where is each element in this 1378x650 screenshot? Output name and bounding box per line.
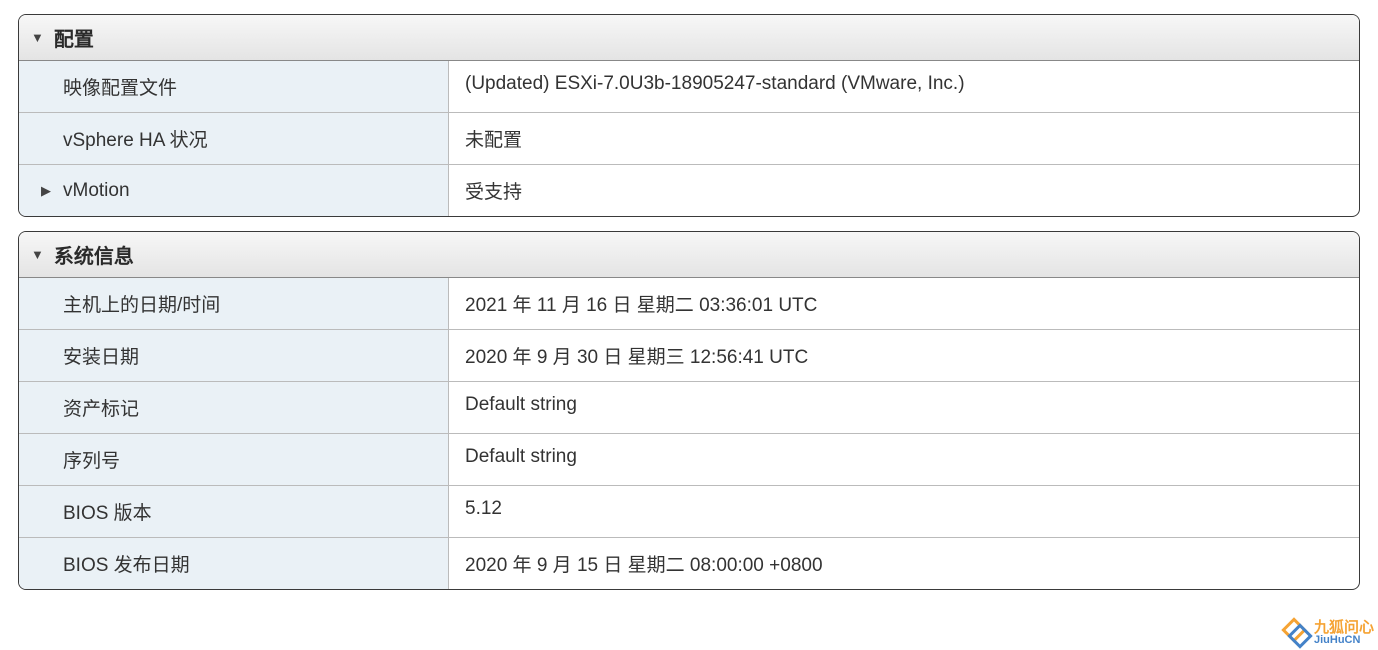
row-value: 2021 年 11 月 16 日 星期二 03:36:01 UTC	[449, 278, 1359, 329]
config-panel-body: 映像配置文件 (Updated) ESXi-7.0U3b-18905247-st…	[19, 61, 1359, 216]
table-row: 映像配置文件 (Updated) ESXi-7.0U3b-18905247-st…	[19, 61, 1359, 112]
table-row: BIOS 发布日期 2020 年 9 月 15 日 星期二 08:00:00 +…	[19, 537, 1359, 589]
row-value: Default string	[449, 434, 1359, 485]
config-panel-title: 配置	[54, 23, 94, 52]
table-row: 序列号 Default string	[19, 433, 1359, 485]
table-row: BIOS 版本 5.12	[19, 485, 1359, 537]
row-label[interactable]: ▶ vMotion	[19, 165, 449, 216]
sysinfo-panel-title: 系统信息	[54, 240, 134, 269]
table-row: 主机上的日期/时间 2021 年 11 月 16 日 星期二 03:36:01 …	[19, 278, 1359, 329]
watermark-top: 九狐问心	[1314, 620, 1374, 635]
watermark-bottom: JiuHuCN	[1314, 635, 1374, 646]
caret-down-icon: ▼	[31, 247, 44, 262]
table-row: vSphere HA 状况 未配置	[19, 112, 1359, 164]
row-value: (Updated) ESXi-7.0U3b-18905247-standard …	[449, 61, 1359, 112]
sysinfo-panel-body: 主机上的日期/时间 2021 年 11 月 16 日 星期二 03:36:01 …	[19, 278, 1359, 589]
row-value: 5.12	[449, 486, 1359, 537]
row-value: 未配置	[449, 113, 1359, 164]
table-row: 资产标记 Default string	[19, 381, 1359, 433]
row-label: vSphere HA 状况	[19, 113, 449, 164]
caret-down-icon: ▼	[31, 30, 44, 45]
fox-logo-icon	[1284, 620, 1310, 646]
config-panel-header[interactable]: ▼ 配置	[19, 15, 1359, 61]
sysinfo-panel-header[interactable]: ▼ 系统信息	[19, 232, 1359, 278]
row-label: 映像配置文件	[19, 61, 449, 112]
row-value: 2020 年 9 月 15 日 星期二 08:00:00 +0800	[449, 538, 1359, 589]
jiuhucn-watermark: 九狐问心 JiuHuCN	[1284, 620, 1374, 646]
table-row: 安装日期 2020 年 9 月 30 日 星期三 12:56:41 UTC	[19, 329, 1359, 381]
row-label: BIOS 版本	[19, 486, 449, 537]
caret-right-icon: ▶	[41, 183, 51, 199]
row-value: 受支持	[449, 165, 1359, 216]
row-label: 序列号	[19, 434, 449, 485]
row-label: 安装日期	[19, 330, 449, 381]
row-value: Default string	[449, 382, 1359, 433]
config-panel: ▼ 配置 映像配置文件 (Updated) ESXi-7.0U3b-189052…	[18, 14, 1360, 217]
row-label: BIOS 发布日期	[19, 538, 449, 589]
row-value: 2020 年 9 月 30 日 星期三 12:56:41 UTC	[449, 330, 1359, 381]
row-label: 主机上的日期/时间	[19, 278, 449, 329]
sysinfo-panel: ▼ 系统信息 主机上的日期/时间 2021 年 11 月 16 日 星期二 03…	[18, 231, 1360, 590]
table-row: ▶ vMotion 受支持	[19, 164, 1359, 216]
row-label: 资产标记	[19, 382, 449, 433]
